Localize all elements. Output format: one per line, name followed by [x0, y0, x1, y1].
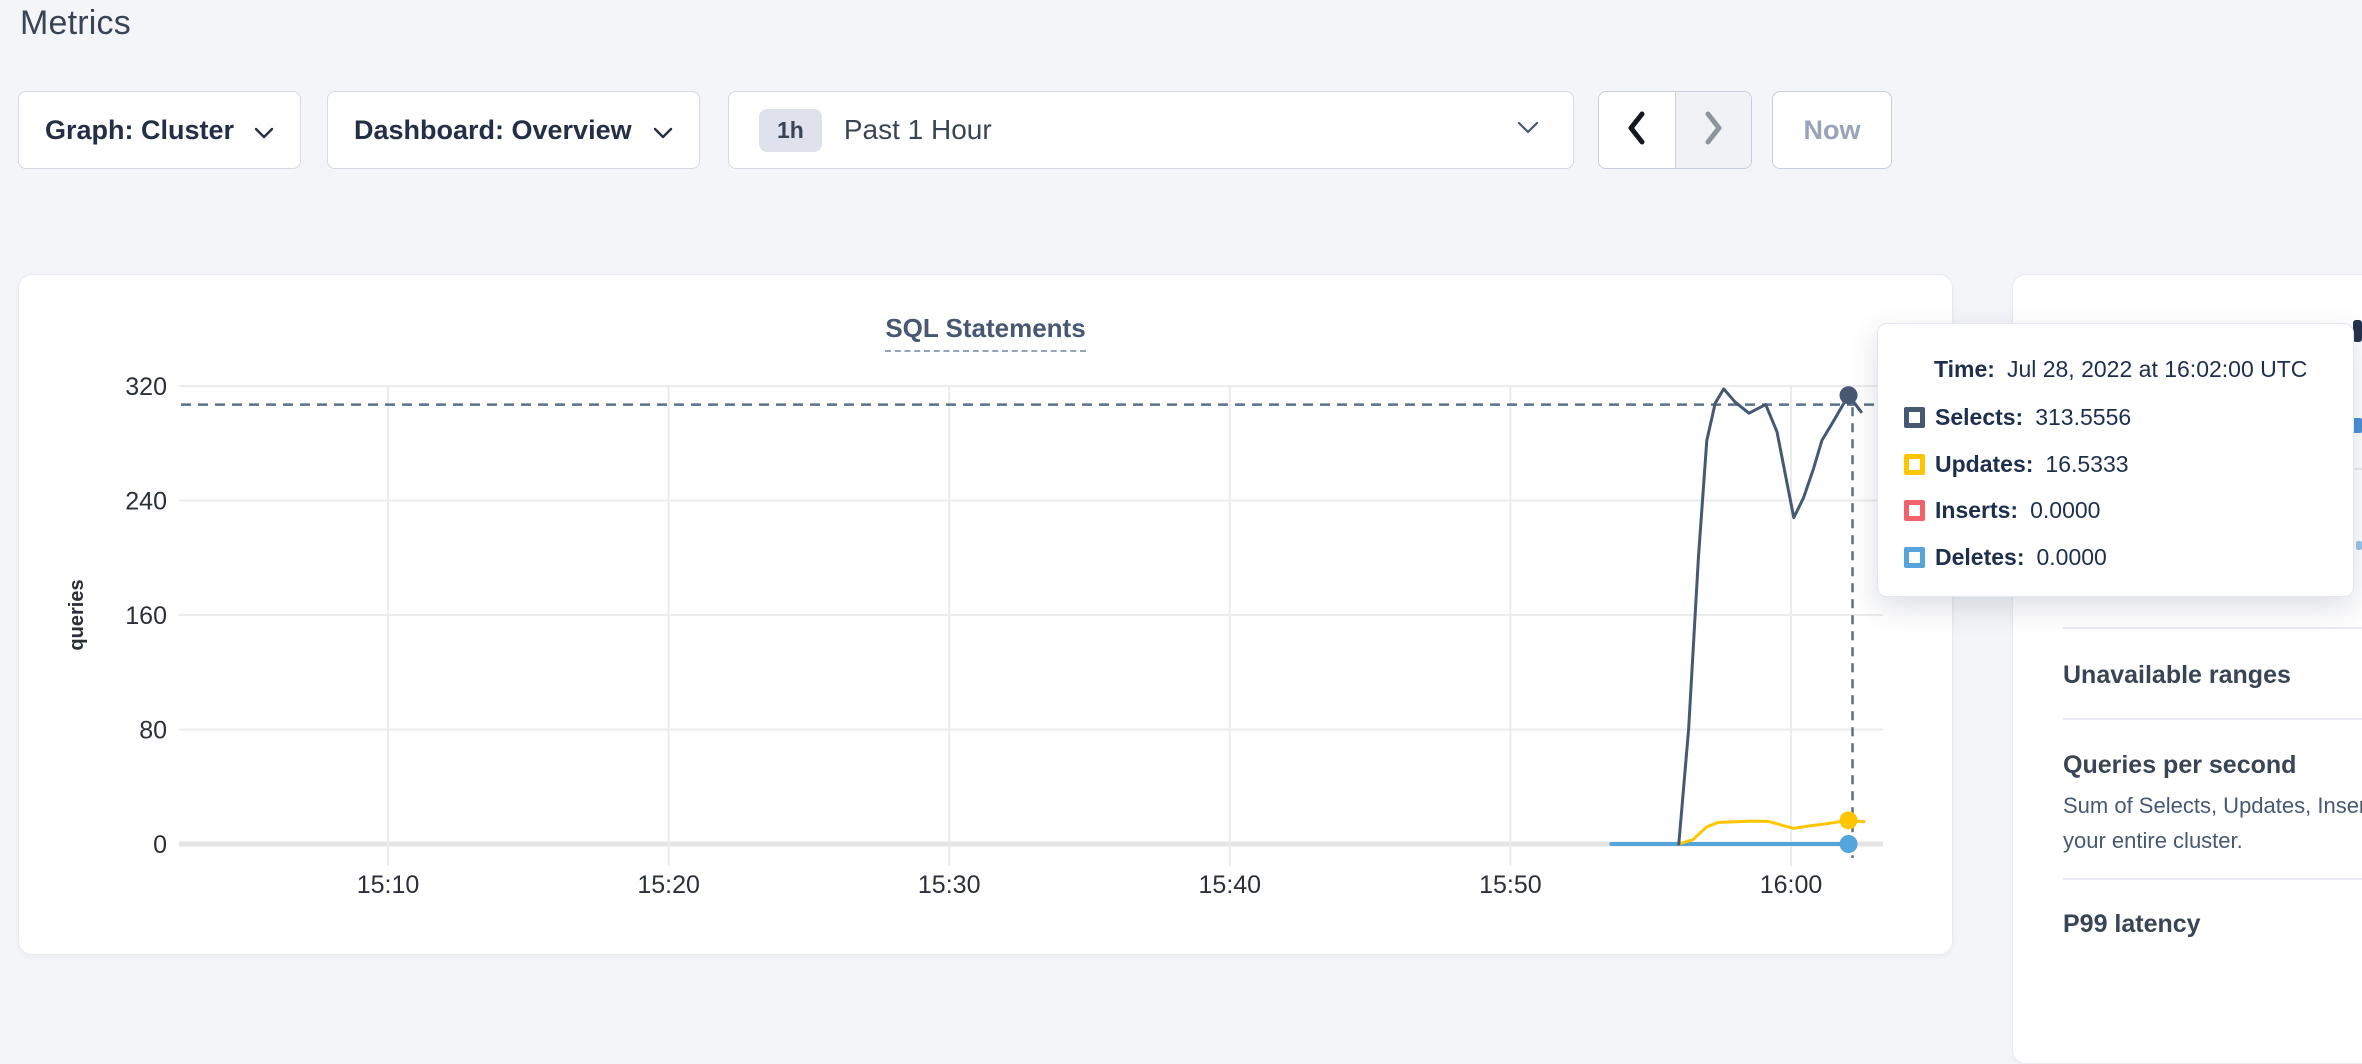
time-range-label: Past 1 Hour	[844, 114, 1501, 146]
tooltip-row-updates: Updates: 16.5333	[1904, 450, 2339, 478]
chevron-down-icon	[254, 115, 274, 146]
tooltip-row-selects: Selects: 313.5556	[1904, 403, 2339, 431]
tooltip-row-label: Updates:	[1935, 451, 2033, 478]
tooltip-time-row: Time: Jul 28, 2022 at 16:02:00 UTC	[1934, 355, 2339, 383]
tooltip-row-value: 16.5333	[2045, 451, 2128, 478]
clipped-panel-divider-fragment	[2353, 468, 2362, 470]
tooltip-row-deletes: Deletes: 0.0000	[1904, 543, 2339, 571]
inserts-series-swatch-icon	[1904, 500, 1925, 521]
sql-statements-line-chart[interactable]: 0 80 160 240 320 15:10 15:20 15:30 15:40 15:50 16:…	[19, 275, 1954, 956]
updates-series-swatch-icon	[1904, 454, 1925, 475]
svg-text:15:50: 15:50	[1479, 871, 1542, 899]
summary-item-description-line: Sum of Selects, Updates, Inser	[2063, 793, 2362, 819]
graph-scope-dropdown[interactable]: Graph: Cluster	[18, 91, 301, 169]
chevron-left-icon	[1625, 110, 1649, 151]
clipped-panel-content-fragment	[2353, 418, 2362, 433]
svg-text:15:10: 15:10	[357, 871, 420, 899]
summary-item-queries-per-second: Queries per second	[2063, 751, 2296, 780]
chevron-down-icon	[1517, 121, 1539, 139]
svg-text:240: 240	[125, 488, 167, 516]
svg-text:80: 80	[139, 717, 167, 745]
time-range-dropdown[interactable]: 1h Past 1 Hour	[728, 91, 1574, 169]
tooltip-time-label: Time:	[1934, 356, 1995, 383]
sql-statements-chart-card: SQL Statements 08016024032015:1015:2015:…	[18, 274, 1953, 955]
tooltip-row-inserts: Inserts: 0.0000	[1904, 496, 2339, 524]
svg-text:15:30: 15:30	[918, 871, 981, 899]
now-button-label: Now	[1804, 115, 1861, 146]
now-button[interactable]: Now	[1772, 91, 1892, 169]
chevron-down-icon	[653, 115, 673, 146]
svg-text:queries: queries	[66, 579, 88, 650]
next-time-window-button[interactable]	[1676, 92, 1752, 168]
tooltip-time-value: Jul 28, 2022 at 16:02:00 UTC	[2007, 356, 2307, 383]
time-range-badge: 1h	[759, 109, 822, 152]
tooltip-row-value: 0.0000	[2030, 497, 2100, 524]
summary-item-description-line: your entire cluster.	[2063, 828, 2243, 854]
tooltip-row-label: Deletes:	[1935, 544, 2024, 571]
summary-item-p99-latency: P99 latency	[2063, 910, 2201, 939]
time-window-pager	[1598, 91, 1752, 169]
divider	[2063, 718, 2362, 720]
summary-item-unavailable-ranges: Unavailable ranges	[2063, 661, 2291, 690]
selects-series-swatch-icon	[1904, 407, 1925, 428]
svg-text:15:40: 15:40	[1199, 871, 1262, 899]
dashboard-dropdown-label: Dashboard: Overview	[354, 115, 632, 146]
clipped-panel-content-fragment	[2353, 320, 2362, 342]
tooltip-row-value: 313.5556	[2035, 404, 2131, 431]
deletes-series-swatch-icon	[1904, 547, 1925, 568]
divider	[2063, 878, 2362, 880]
divider	[2063, 627, 2362, 629]
svg-text:320: 320	[125, 373, 167, 401]
tooltip-row-value: 0.0000	[2036, 544, 2106, 571]
svg-text:160: 160	[125, 602, 167, 630]
previous-time-window-button[interactable]	[1599, 92, 1676, 168]
svg-text:15:20: 15:20	[637, 871, 700, 899]
clipped-panel-content-fragment	[2356, 541, 2362, 550]
page-title: Metrics	[20, 4, 131, 43]
tooltip-row-label: Inserts:	[1935, 497, 2018, 524]
svg-text:0: 0	[153, 831, 167, 859]
dashboard-dropdown[interactable]: Dashboard: Overview	[327, 91, 700, 169]
svg-text:16:00: 16:00	[1760, 871, 1823, 899]
tooltip-row-label: Selects:	[1935, 404, 2023, 431]
graph-scope-dropdown-label: Graph: Cluster	[45, 115, 234, 146]
chart-hover-tooltip: Time: Jul 28, 2022 at 16:02:00 UTC Selec…	[1877, 323, 2354, 597]
chevron-right-icon	[1701, 110, 1725, 151]
